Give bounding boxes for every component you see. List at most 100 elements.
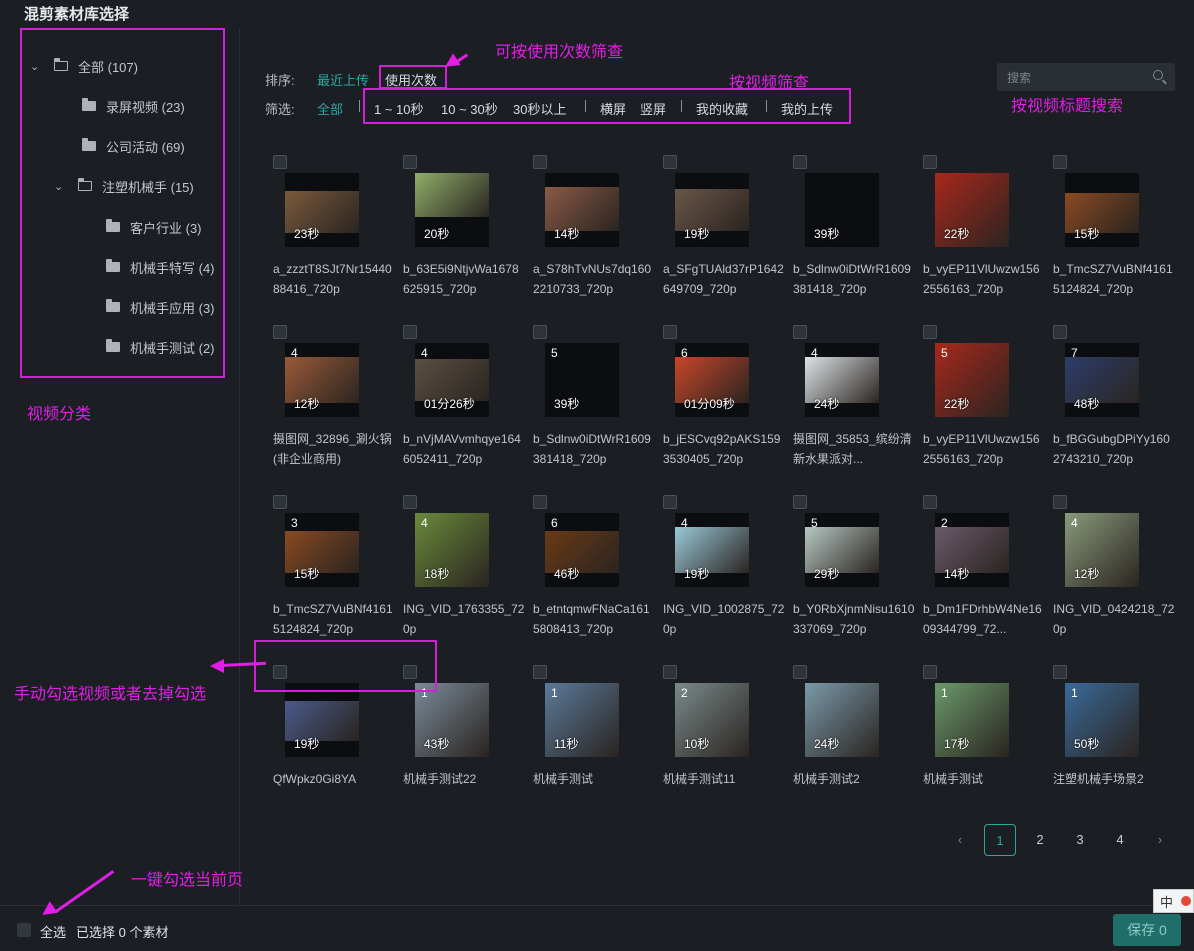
video-card[interactable]: 6 46秒 b_etntqmwFNaCa1615808413_720p: [533, 495, 653, 645]
video-thumbnail[interactable]: 4 24秒: [805, 343, 879, 417]
video-checkbox[interactable]: [273, 495, 287, 509]
save-button[interactable]: 保存 0: [1113, 914, 1181, 946]
page-3-button[interactable]: 3: [1064, 824, 1096, 856]
video-checkbox[interactable]: [273, 155, 287, 169]
video-thumbnail[interactable]: 5 39秒: [545, 343, 619, 417]
video-checkbox[interactable]: [533, 495, 547, 509]
video-thumbnail[interactable]: 15秒: [1065, 173, 1139, 247]
video-card[interactable]: 39秒 b_Sdlnw0iDtWrR1609381418_720p: [793, 155, 913, 305]
page-2-button[interactable]: 2: [1024, 824, 1056, 856]
video-card[interactable]: 4 18秒 ING_VID_1763355_720p: [403, 495, 524, 645]
usage-count: 4: [291, 346, 298, 360]
video-checkbox[interactable]: [403, 325, 417, 339]
video-checkbox[interactable]: [793, 325, 807, 339]
video-thumbnail[interactable]: 6 46秒: [545, 513, 619, 587]
video-thumbnail[interactable]: 2 14秒: [935, 513, 1009, 587]
video-thumbnail[interactable]: 2 10秒: [675, 683, 749, 757]
video-card[interactable]: 20秒 b_63E5i9NtjvWa1678625915_720p: [403, 155, 523, 305]
video-thumbnail[interactable]: 4 19秒: [675, 513, 749, 587]
video-card[interactable]: 4 12秒 摄图网_32896_涮火锅(非企业商用): [273, 325, 393, 475]
video-thumbnail[interactable]: 20秒: [415, 173, 489, 247]
video-card[interactable]: 4 24秒 摄图网_35853_缤纷清新水果派对...: [793, 325, 913, 475]
video-checkbox[interactable]: [663, 495, 677, 509]
video-checkbox[interactable]: [533, 665, 547, 679]
video-checkbox[interactable]: [1053, 155, 1067, 169]
video-card[interactable]: 24秒 机械手测试2: [793, 665, 913, 815]
video-thumbnail[interactable]: 7 48秒: [1065, 343, 1139, 417]
video-card[interactable]: 22秒 b_vyEP11VlUwzw1562556163_720p: [923, 155, 1043, 305]
page-4-button[interactable]: 4: [1104, 824, 1136, 856]
video-duration: 46秒: [554, 567, 580, 581]
video-thumbnail[interactable]: 19秒: [285, 683, 359, 757]
video-card[interactable]: 4 12秒 ING_VID_0424218_720p: [1053, 495, 1174, 645]
sort-recent-upload[interactable]: 最近上传: [317, 70, 369, 89]
video-checkbox[interactable]: [923, 665, 937, 679]
video-checkbox[interactable]: [663, 665, 677, 679]
video-card[interactable]: 6 01分09秒 b_jESCvq92pAKS1593530405_720p: [663, 325, 783, 475]
next-page-button[interactable]: ›: [1144, 824, 1176, 856]
video-card[interactable]: 2 14秒 b_Dm1FDrhbW4Ne1609344799_72...: [923, 495, 1043, 645]
video-card[interactable]: 19秒 a_SFgTUAld37rP1642649709_720p: [663, 155, 784, 305]
video-title: 注塑机械手场景2: [1053, 772, 1144, 786]
video-thumbnail[interactable]: 22秒: [935, 173, 1009, 247]
video-title: b_vyEP11VlUwzw1562556163_720p: [923, 432, 1040, 466]
video-thumbnail[interactable]: 23秒: [285, 173, 359, 247]
video-checkbox[interactable]: [1053, 325, 1067, 339]
video-card[interactable]: 4 19秒 ING_VID_1002875_720p: [663, 495, 784, 645]
video-checkbox[interactable]: [533, 325, 547, 339]
video-checkbox[interactable]: [533, 155, 547, 169]
video-thumbnail[interactable]: 4 12秒: [285, 343, 359, 417]
filter-all[interactable]: 全部: [317, 99, 343, 118]
video-thumbnail[interactable]: 24秒: [805, 683, 879, 757]
video-checkbox[interactable]: [1053, 665, 1067, 679]
video-thumbnail[interactable]: 4 18秒: [415, 513, 489, 587]
select-all-label[interactable]: 全选: [40, 922, 66, 941]
video-title: b_TmcSZ7VuBNf41615124824_720p: [1053, 262, 1173, 296]
video-card[interactable]: 1 50秒注塑机械手场景2: [1053, 665, 1173, 815]
video-thumbnail[interactable]: 1 43秒: [415, 683, 489, 757]
video-card[interactable]: 1 11秒 机械手测试: [533, 665, 653, 815]
video-checkbox[interactable]: [1053, 495, 1067, 509]
video-card[interactable]: 15秒 b_TmcSZ7VuBNf41615124824_720p: [1053, 155, 1173, 305]
video-checkbox[interactable]: [793, 665, 807, 679]
video-thumbnail[interactable]: 3 15秒: [285, 513, 359, 587]
search-input[interactable]: 搜索: [997, 63, 1175, 91]
video-duration: 22秒: [944, 397, 970, 411]
video-card[interactable]: 2 10秒 机械手测试11: [663, 665, 783, 815]
page-1-button[interactable]: 1: [984, 824, 1016, 856]
video-card[interactable]: 5 22秒 b_vyEP11VlUwzw1562556163_720p: [923, 325, 1043, 475]
video-thumbnail[interactable]: 6 01分09秒: [675, 343, 749, 417]
search-icon[interactable]: [1153, 70, 1163, 80]
video-checkbox[interactable]: [403, 495, 417, 509]
video-card[interactable]: 14秒 a_S78hTvNUs7dq1602210733_720p: [533, 155, 653, 305]
video-checkbox[interactable]: [793, 495, 807, 509]
video-thumbnail[interactable]: 19秒: [675, 173, 749, 247]
video-card[interactable]: 5 39秒 b_Sdlnw0iDtWrR1609381418_720p: [533, 325, 653, 475]
video-card[interactable]: 5 29秒 b_Y0RbXjnmNisu1610337069_720p: [793, 495, 914, 645]
video-card[interactable]: 7 48秒 b_fBGGubgDPiYy1602743210_720p: [1053, 325, 1173, 475]
video-thumbnail[interactable]: 14秒: [545, 173, 619, 247]
video-checkbox[interactable]: [923, 325, 937, 339]
video-thumbnail[interactable]: 1 17秒: [935, 683, 1009, 757]
video-checkbox[interactable]: [923, 495, 937, 509]
video-thumbnail[interactable]: 5 29秒: [805, 513, 879, 587]
video-thumbnail[interactable]: 4 12秒: [1065, 513, 1139, 587]
video-thumbnail[interactable]: 5 22秒: [935, 343, 1009, 417]
video-card[interactable]: 3 15秒 b_TmcSZ7VuBNf41615124824_720p: [273, 495, 393, 645]
video-checkbox[interactable]: [403, 155, 417, 169]
select-all-checkbox[interactable]: [17, 923, 31, 937]
video-checkbox[interactable]: [793, 155, 807, 169]
video-checkbox[interactable]: [923, 155, 937, 169]
video-checkbox[interactable]: [663, 155, 677, 169]
video-checkbox[interactable]: [273, 325, 287, 339]
video-checkbox[interactable]: [663, 325, 677, 339]
ime-indicator[interactable]: 中: [1153, 889, 1194, 913]
video-card[interactable]: 1 17秒 机械手测试: [923, 665, 1043, 815]
video-thumbnail[interactable]: 1 50秒: [1065, 683, 1139, 757]
video-thumbnail[interactable]: 4 01分26秒: [415, 343, 489, 417]
video-thumbnail[interactable]: 39秒: [805, 173, 879, 247]
video-card[interactable]: 4 01分26秒 b_nVjMAVvmhqye1646052411_720p: [403, 325, 523, 475]
video-thumbnail[interactable]: 1 11秒: [545, 683, 619, 757]
prev-page-button[interactable]: ‹: [944, 824, 976, 856]
video-card[interactable]: 23秒 a_zzztT8SJt7Nr1544088416_720p: [273, 155, 393, 305]
